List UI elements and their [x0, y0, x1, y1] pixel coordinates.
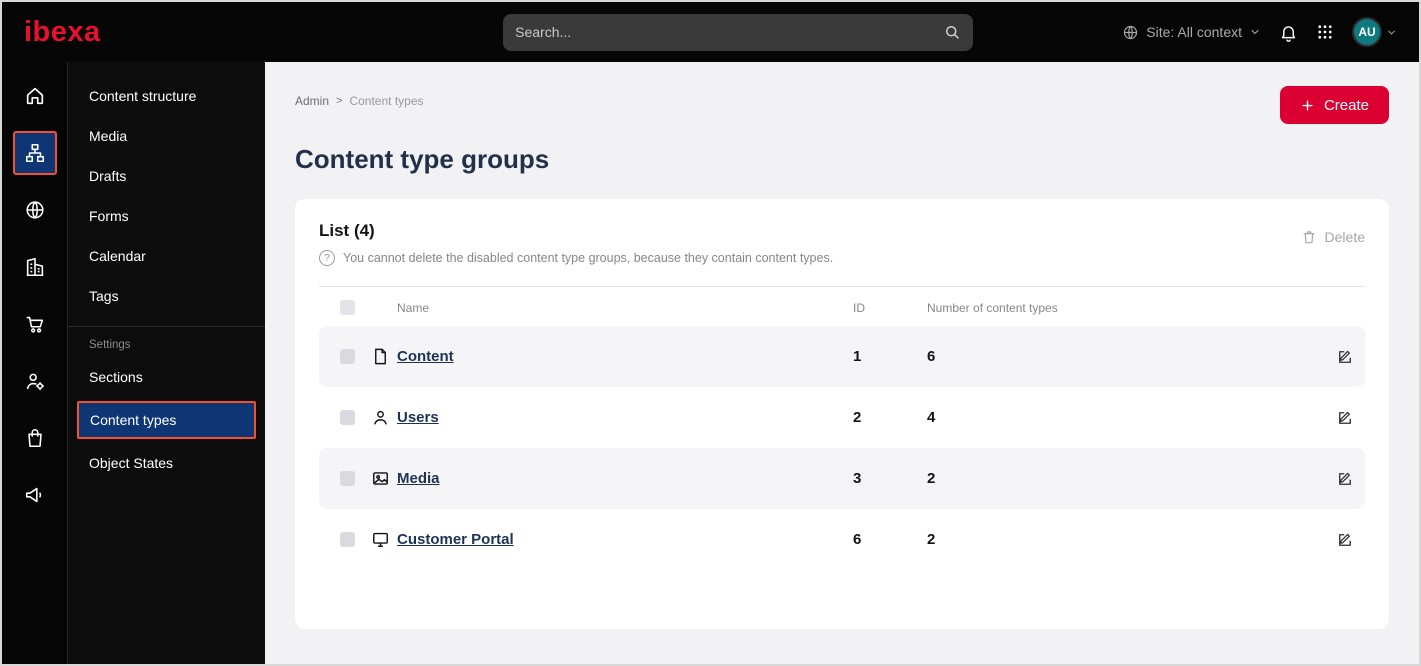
- media-image-icon: [363, 469, 397, 488]
- rail-item-content[interactable]: [12, 131, 57, 175]
- edit-icon[interactable]: [1325, 409, 1365, 427]
- commerce-cart-icon: [24, 313, 46, 335]
- create-button-label: Create: [1323, 96, 1369, 114]
- rail-item-dashboard[interactable]: [13, 74, 57, 118]
- select-all-checkbox[interactable]: [340, 300, 355, 315]
- search-input[interactable]: [515, 24, 944, 40]
- chevron-down-icon: [1249, 26, 1261, 38]
- delete-button-label: Delete: [1324, 229, 1365, 245]
- group-link[interactable]: Customer Portal: [397, 531, 514, 548]
- company-building-icon: [24, 256, 46, 278]
- content-file-icon: [363, 347, 397, 366]
- breadcrumb: Admin > Content types: [295, 94, 424, 108]
- create-button[interactable]: Create: [1279, 86, 1389, 124]
- global-search[interactable]: [503, 13, 974, 51]
- ibexa-logo: ibexa: [24, 15, 101, 48]
- menu-item-media[interactable]: Media: [68, 116, 265, 156]
- rail-item-marketing[interactable]: [13, 473, 57, 517]
- content-type-groups-card: List (4) ? You cannot delete the disable…: [295, 199, 1389, 629]
- table-row-users: Users 2 4: [319, 387, 1365, 448]
- row-checkbox[interactable]: [340, 410, 355, 425]
- list-info-text: You cannot delete the disabled content t…: [343, 251, 834, 265]
- main-content: Admin > Content types Create Content typ…: [265, 62, 1419, 664]
- group-link[interactable]: Media: [397, 470, 440, 487]
- content-menu: Content structure Media Drafts Forms Cal…: [67, 62, 265, 664]
- main-nav-rail: [2, 62, 67, 664]
- admin-user-settings-icon: [24, 370, 46, 392]
- rail-item-admin[interactable]: [13, 359, 57, 403]
- menu-item-drafts[interactable]: Drafts: [68, 156, 265, 196]
- menu-item-object-states[interactable]: Object States: [68, 443, 265, 483]
- menu-item-calendar[interactable]: Calendar: [68, 236, 265, 276]
- user-menu[interactable]: AU: [1352, 17, 1397, 47]
- globe-icon: [1122, 24, 1139, 41]
- menu-item-sections[interactable]: Sections: [68, 357, 265, 397]
- column-id: ID: [853, 300, 865, 315]
- rail-item-product-catalog[interactable]: [13, 416, 57, 460]
- menu-item-content-structure[interactable]: Content structure: [68, 76, 265, 116]
- group-id: 1: [853, 348, 862, 365]
- menu-item-tags[interactable]: Tags: [68, 276, 265, 316]
- breadcrumb-admin[interactable]: Admin: [295, 94, 329, 108]
- top-bar: ibexa Site: All context: [2, 2, 1419, 62]
- row-checkbox[interactable]: [340, 532, 355, 547]
- group-link[interactable]: Content: [397, 348, 454, 365]
- page-title: Content type groups: [295, 144, 550, 174]
- breadcrumb-current: Content types: [349, 94, 424, 108]
- column-name: Name: [397, 300, 430, 315]
- edit-icon[interactable]: [1325, 531, 1365, 549]
- group-count: 2: [927, 531, 936, 548]
- group-count: 2: [927, 470, 936, 487]
- list-info: ? You cannot delete the disabled content…: [319, 250, 833, 266]
- product-catalog-icon: [24, 427, 46, 449]
- edit-icon[interactable]: [1325, 470, 1365, 488]
- group-count: 4: [927, 409, 936, 426]
- group-id: 2: [853, 409, 862, 426]
- chevron-down-icon: [1386, 27, 1397, 38]
- customer-portal-icon: [363, 530, 397, 549]
- users-person-icon: [363, 408, 397, 427]
- site-context-selector[interactable]: Site: All context: [1122, 24, 1261, 41]
- site-context-label: Site: All context: [1146, 24, 1242, 40]
- marketing-megaphone-icon: [24, 484, 46, 506]
- table-header: Name ID Number of content types: [319, 286, 1365, 326]
- table-row-content: Content 1 6: [319, 326, 1365, 387]
- table-row-customer-portal: Customer Portal 6 2: [319, 509, 1365, 570]
- group-id: 3: [853, 470, 862, 487]
- group-id: 6: [853, 531, 862, 548]
- menu-divider: [68, 326, 265, 327]
- delete-button[interactable]: Delete: [1301, 229, 1365, 245]
- content-type-groups-table: Name ID Number of content types Content …: [319, 286, 1365, 570]
- column-count: Number of content types: [927, 300, 1058, 315]
- plus-icon: [1300, 98, 1315, 113]
- menu-section-settings: Settings: [89, 339, 131, 351]
- search-icon[interactable]: [943, 23, 961, 41]
- app-window: ibexa Site: All context: [0, 0, 1421, 666]
- rail-item-site[interactable]: [13, 188, 57, 232]
- help-question-icon: ?: [319, 250, 335, 266]
- search-zone: [224, 13, 1122, 51]
- breadcrumb-separator: >: [336, 95, 343, 107]
- table-row-media: Media 3 2: [319, 448, 1365, 509]
- row-checkbox[interactable]: [340, 471, 355, 486]
- list-title: List (4): [319, 221, 375, 240]
- home-icon: [24, 85, 46, 107]
- rail-item-company[interactable]: [13, 245, 57, 289]
- site-globe-icon: [24, 199, 46, 221]
- group-link[interactable]: Users: [397, 409, 439, 426]
- rail-item-commerce[interactable]: [13, 302, 57, 346]
- content-structure-icon: [24, 142, 46, 164]
- menu-item-forms[interactable]: Forms: [68, 196, 265, 236]
- notifications-bell-icon[interactable]: [1279, 23, 1298, 42]
- user-avatar[interactable]: AU: [1352, 17, 1382, 47]
- group-count: 6: [927, 348, 936, 365]
- menu-item-content-types[interactable]: Content types: [77, 401, 256, 439]
- trash-icon: [1301, 229, 1317, 245]
- topbar-right: Site: All context AU: [1122, 17, 1397, 47]
- row-checkbox[interactable]: [340, 349, 355, 364]
- apps-grid-icon[interactable]: [1316, 23, 1334, 41]
- edit-icon[interactable]: [1325, 348, 1365, 366]
